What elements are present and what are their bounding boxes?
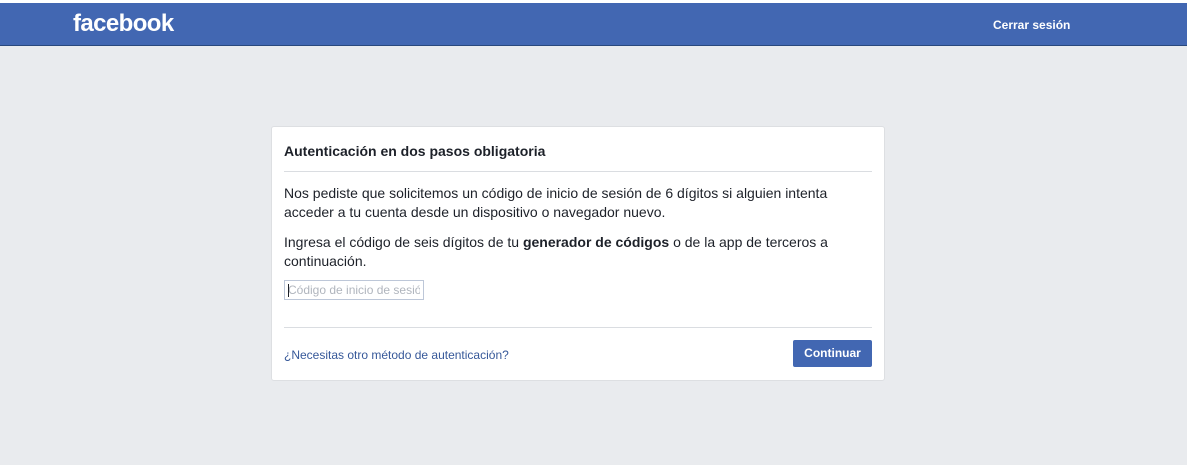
- text-caret: [288, 284, 289, 297]
- code-generator-emphasis: generador de códigos: [522, 234, 670, 250]
- instruction-text: Ingresa el código de seis dígitos de tu …: [284, 233, 844, 271]
- continue-button[interactable]: Continuar: [793, 340, 872, 367]
- two-factor-card: Autenticación en dos pasos obligatoria N…: [271, 126, 885, 381]
- instruction-text-start: Ingresa el código de seis dígitos de tu: [284, 234, 523, 250]
- facebook-logo[interactable]: facebook: [73, 9, 174, 39]
- explanation-text: Nos pediste que solicitemos un código de…: [284, 185, 828, 220]
- footer-divider: [284, 327, 872, 328]
- logout-link[interactable]: Cerrar sesión: [993, 17, 1070, 33]
- card-title: Autenticación en dos pasos obligatoria: [284, 143, 546, 159]
- login-code-input[interactable]: [284, 280, 424, 300]
- other-auth-method-link[interactable]: ¿Necesitas otro método de autenticación?: [284, 347, 509, 363]
- top-navbar: facebook Cerrar sesión: [0, 3, 1187, 46]
- title-divider: [284, 171, 872, 172]
